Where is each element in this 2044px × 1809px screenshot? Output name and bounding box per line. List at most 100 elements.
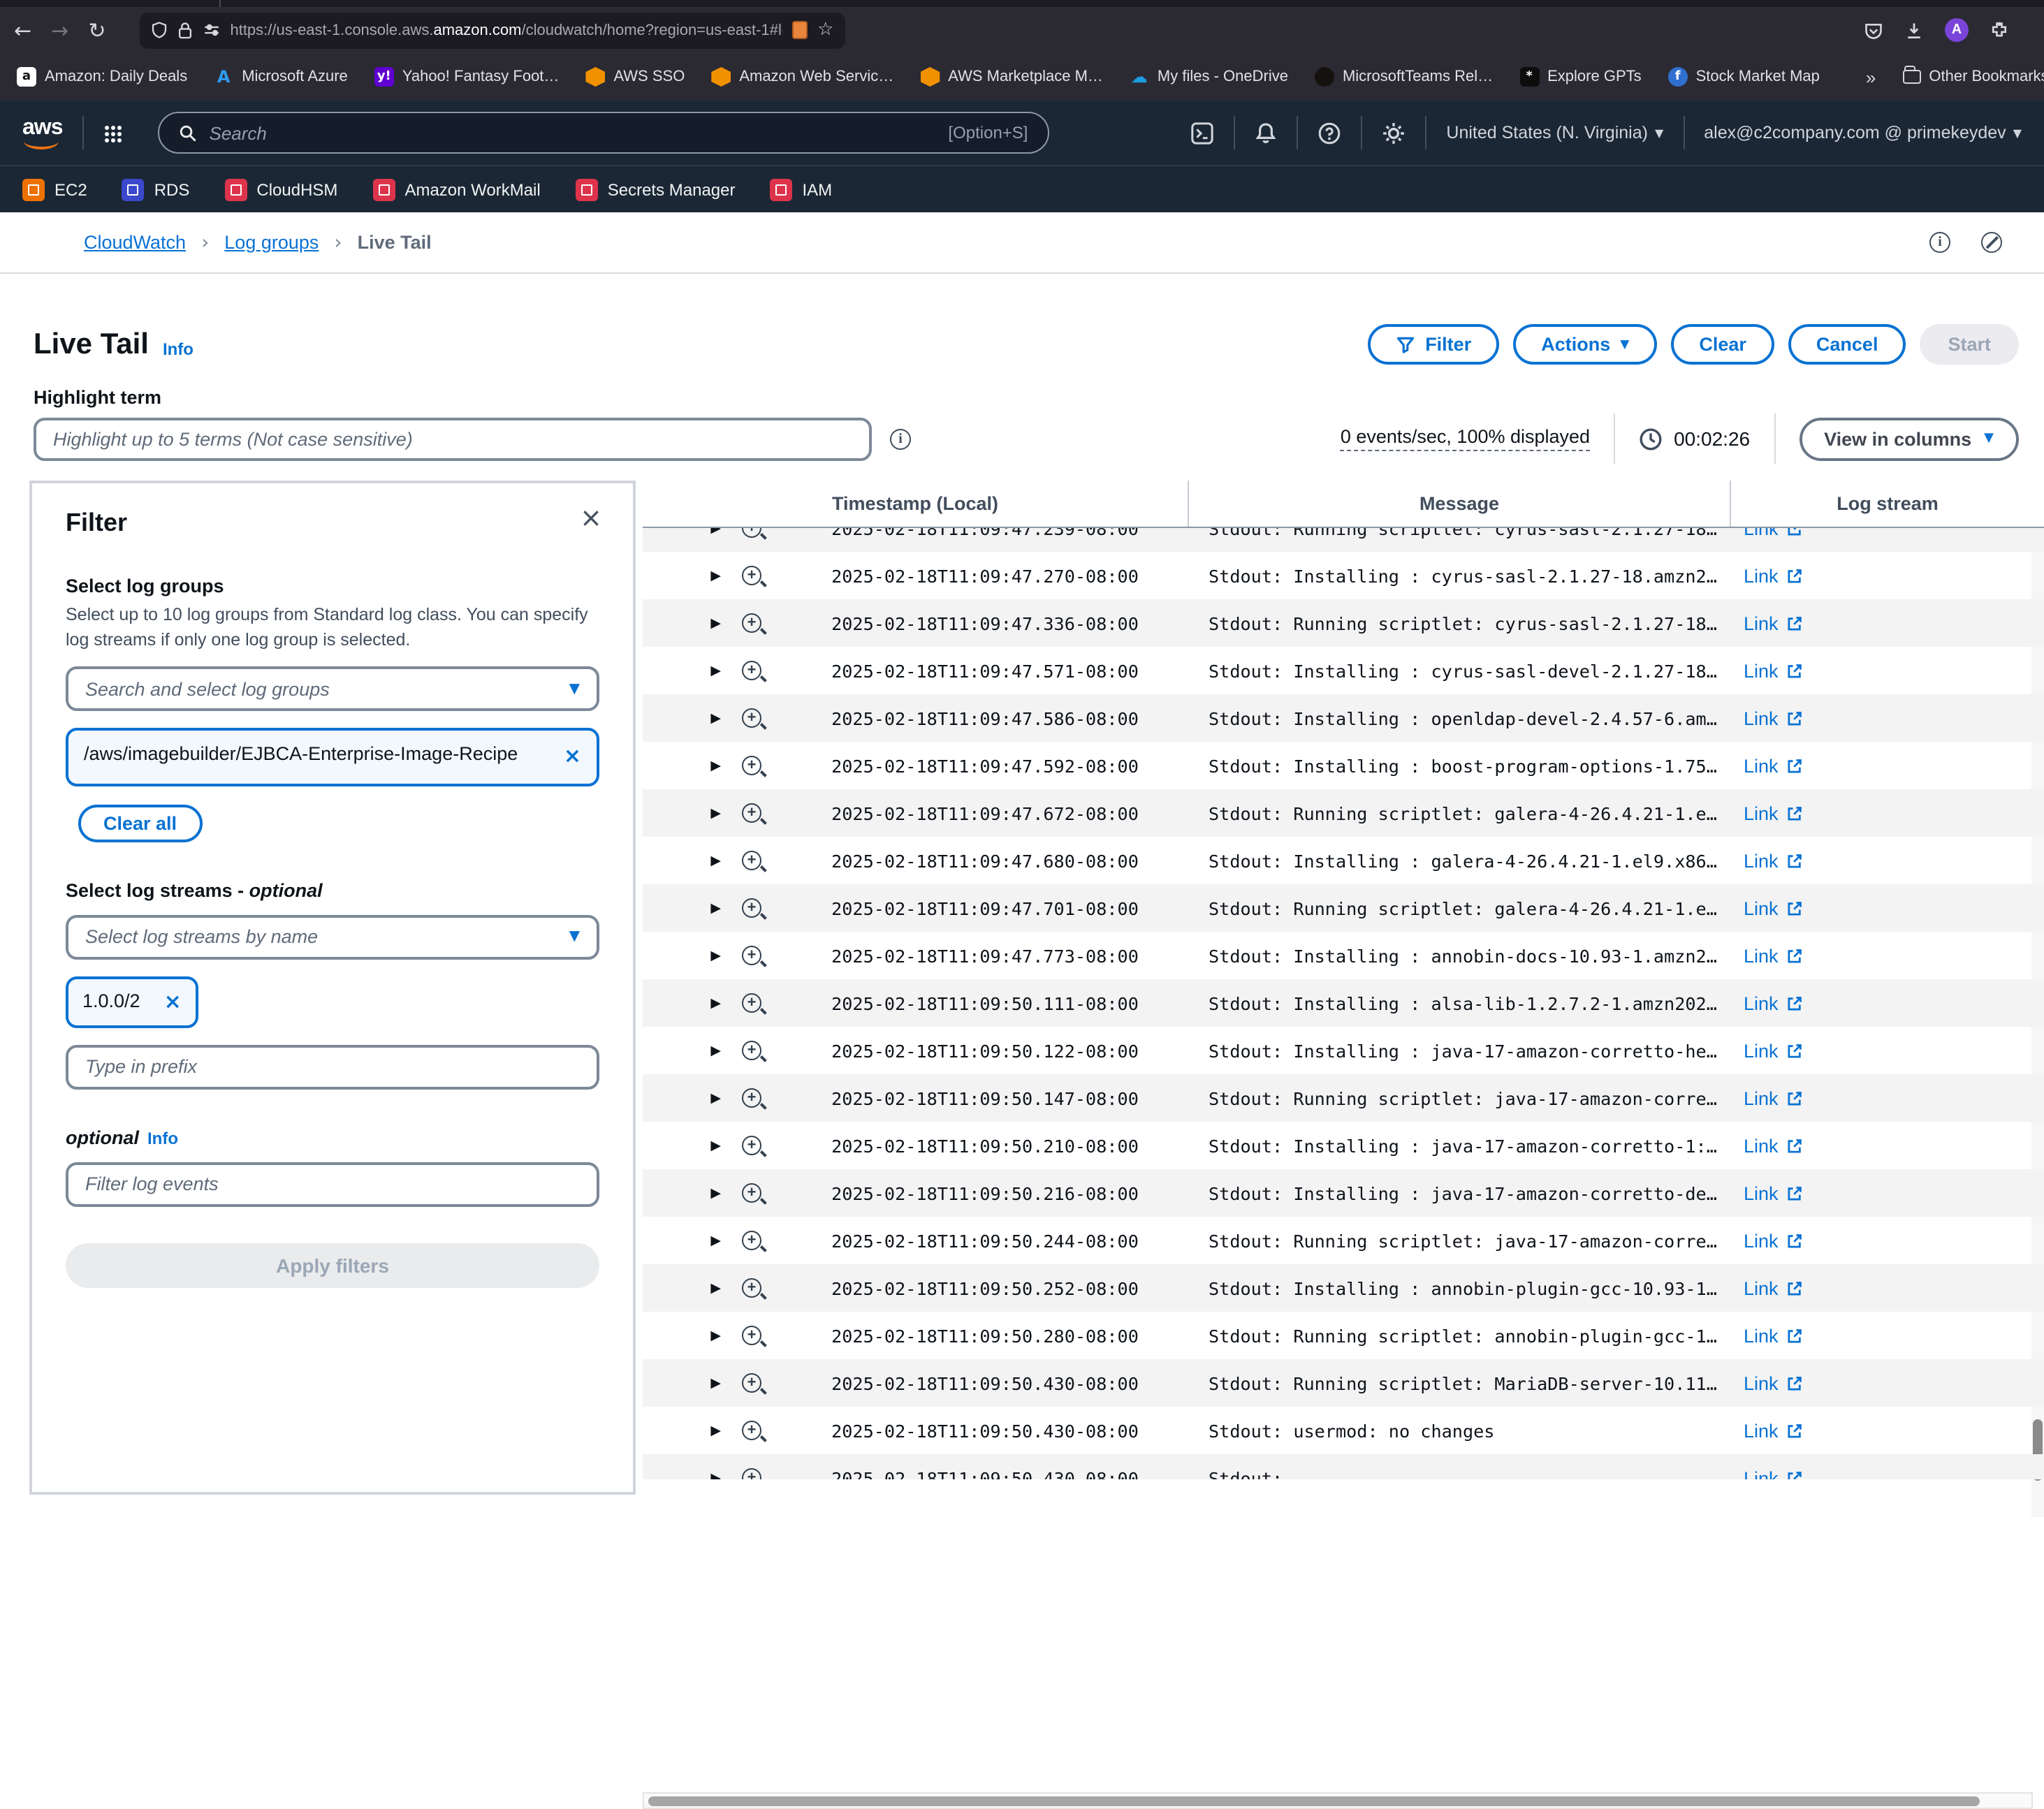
url-bar[interactable]: https://us-east-1.console.aws.amazon.com… [139, 12, 845, 48]
settings-gear-icon[interactable] [1382, 121, 1406, 145]
filter-button[interactable]: Filter [1368, 324, 1499, 365]
log-stream-link[interactable]: Link [1730, 1040, 2044, 1061]
cancel-button[interactable]: Cancel [1788, 324, 1906, 365]
account-menu[interactable]: alex@c2company.com @ primekeydev [1704, 123, 2006, 142]
log-stream-link[interactable]: Link [1730, 1277, 2044, 1298]
expand-row-icon[interactable]: ▶ [643, 805, 721, 821]
expand-row-icon[interactable]: ▶ [643, 568, 721, 583]
expand-row-icon[interactable]: ▶ [643, 615, 721, 631]
filter-patterns-input[interactable]: Filter log events [66, 1162, 599, 1207]
aws-search-input[interactable]: Search [Option+S] [158, 112, 1049, 154]
inspect-event-icon[interactable]: + [721, 1041, 782, 1060]
highlight-term-input[interactable]: Highlight up to 5 terms (Not case sensit… [34, 418, 872, 461]
inspect-event-icon[interactable]: + [721, 1421, 782, 1440]
filter-patterns-info-link[interactable]: Info [147, 1129, 178, 1148]
inspect-event-icon[interactable]: + [721, 708, 782, 728]
log-stream-link[interactable]: Link [1730, 613, 2044, 633]
column-header-log-stream[interactable]: Log stream [1730, 481, 2044, 527]
start-button[interactable]: Start [1920, 324, 2019, 365]
log-stream-link[interactable]: Link [1730, 803, 2044, 823]
clear-all-button[interactable]: Clear all [78, 804, 202, 842]
favorite-service[interactable]: EC2 [22, 178, 87, 200]
column-header-message[interactable]: Message [1188, 481, 1730, 527]
reload-icon[interactable]: ↻ [88, 17, 105, 43]
bookmark-item[interactable]: ☁ My files - OneDrive [1130, 67, 1288, 87]
bookmark-star-icon[interactable]: ☆ [817, 20, 833, 41]
expand-row-icon[interactable]: ▶ [643, 528, 721, 536]
log-stream-link[interactable]: Link [1730, 993, 2044, 1013]
log-stream-link[interactable]: Link [1730, 1325, 2044, 1346]
log-stream-link[interactable]: Link [1730, 1087, 2044, 1108]
favorite-service[interactable]: CloudHSM [224, 178, 337, 200]
stream-prefix-input[interactable]: Type in prefix [66, 1045, 599, 1090]
bookmarks-overflow-icon[interactable]: » [1866, 66, 1876, 87]
log-stream-link[interactable]: Link [1730, 1230, 2044, 1251]
log-stream-link[interactable]: Link [1730, 660, 2044, 681]
services-grid-icon[interactable] [103, 124, 122, 142]
inspect-event-icon[interactable]: + [721, 1373, 782, 1393]
inspect-event-icon[interactable]: + [721, 566, 782, 585]
log-stream-link[interactable]: Link [1730, 945, 2044, 966]
shield-icon[interactable] [150, 21, 167, 39]
inspect-event-icon[interactable]: + [721, 851, 782, 870]
expand-row-icon[interactable]: ▶ [643, 900, 721, 916]
cloudshell-icon[interactable] [1190, 121, 1214, 145]
log-stream-link[interactable]: Link [1730, 528, 2044, 539]
favorite-service[interactable]: Secrets Manager [576, 178, 736, 200]
expand-row-icon[interactable]: ▶ [643, 1470, 721, 1479]
remove-token-icon[interactable]: × [153, 986, 182, 1018]
expand-row-icon[interactable]: ▶ [643, 710, 721, 726]
help-icon[interactable] [1317, 121, 1341, 145]
log-stream-link[interactable]: Link [1730, 850, 2044, 871]
title-info-link[interactable]: Info [163, 339, 194, 358]
expand-row-icon[interactable]: ▶ [643, 758, 721, 773]
column-header-timestamp[interactable]: Timestamp (Local) [643, 481, 1188, 527]
inspect-event-icon[interactable]: + [721, 946, 782, 965]
lock-icon[interactable] [177, 21, 192, 39]
expand-row-icon[interactable]: ▶ [643, 663, 721, 678]
expand-row-icon[interactable]: ▶ [643, 1090, 721, 1106]
inspect-event-icon[interactable]: + [721, 1231, 782, 1250]
inspect-event-icon[interactable]: + [721, 1183, 782, 1203]
log-stream-link[interactable]: Link [1730, 1372, 2044, 1393]
remove-token-icon[interactable]: × [553, 741, 581, 774]
log-stream-link[interactable]: Link [1730, 708, 2044, 728]
favorite-service[interactable]: RDS [122, 178, 190, 200]
info-panel-icon[interactable]: i [1929, 232, 1950, 253]
expand-row-icon[interactable]: ▶ [643, 1280, 721, 1296]
bookmark-item[interactable]: f Stock Market Map [1668, 67, 1820, 87]
inspect-event-icon[interactable]: + [721, 661, 782, 680]
circle-slash-icon[interactable] [1981, 232, 2002, 253]
inspect-event-icon[interactable]: + [721, 898, 782, 918]
inspect-event-icon[interactable]: + [721, 803, 782, 823]
log-stream-link[interactable]: Link [1730, 1182, 2044, 1203]
bookmark-item[interactable]: y! Yahoo! Fantasy Foot… [374, 67, 560, 87]
inspect-event-icon[interactable]: + [721, 1278, 782, 1298]
region-selector[interactable]: United States (N. Virginia) [1446, 123, 1648, 142]
log-group-token[interactable]: /aws/imagebuilder/EJBCA-Enterprise-Image… [66, 728, 599, 786]
events-rate-link[interactable]: 0 events/sec, 100% displayed [1341, 426, 1590, 451]
bookmark-item[interactable]: MicrosoftTeams Rel… [1315, 67, 1493, 87]
log-stream-link[interactable]: Link [1730, 1420, 2044, 1441]
inspect-event-icon[interactable]: + [721, 1468, 782, 1479]
breadcrumb-log-groups[interactable]: Log groups [224, 232, 319, 253]
breadcrumb-cloudwatch[interactable]: CloudWatch [84, 232, 186, 253]
pocket-icon[interactable] [1864, 20, 1883, 40]
back-icon[interactable]: ← [14, 17, 31, 43]
notifications-bell-icon[interactable] [1255, 121, 1277, 145]
clear-button[interactable]: Clear [1671, 324, 1774, 365]
inspect-event-icon[interactable]: + [721, 528, 782, 538]
inspect-event-icon[interactable]: + [721, 1326, 782, 1345]
expand-row-icon[interactable]: ▶ [643, 1138, 721, 1153]
log-streams-select[interactable]: Select log streams by name ▼ [66, 914, 599, 959]
bookmark-item[interactable]: AWS Marketplace M… [920, 67, 1103, 87]
expand-row-icon[interactable]: ▶ [643, 948, 721, 963]
bookmark-item[interactable]: AWS SSO [585, 67, 685, 87]
bookmark-item[interactable]: a Amazon: Daily Deals [17, 67, 187, 87]
view-in-columns-button[interactable]: View in columns▼ [1799, 417, 2019, 460]
close-icon[interactable]: × [580, 503, 602, 534]
log-stream-link[interactable]: Link [1730, 1135, 2044, 1156]
inspect-event-icon[interactable]: + [721, 1136, 782, 1155]
log-stream-token[interactable]: 1.0.0/2× [66, 976, 198, 1028]
expand-row-icon[interactable]: ▶ [643, 1233, 721, 1248]
